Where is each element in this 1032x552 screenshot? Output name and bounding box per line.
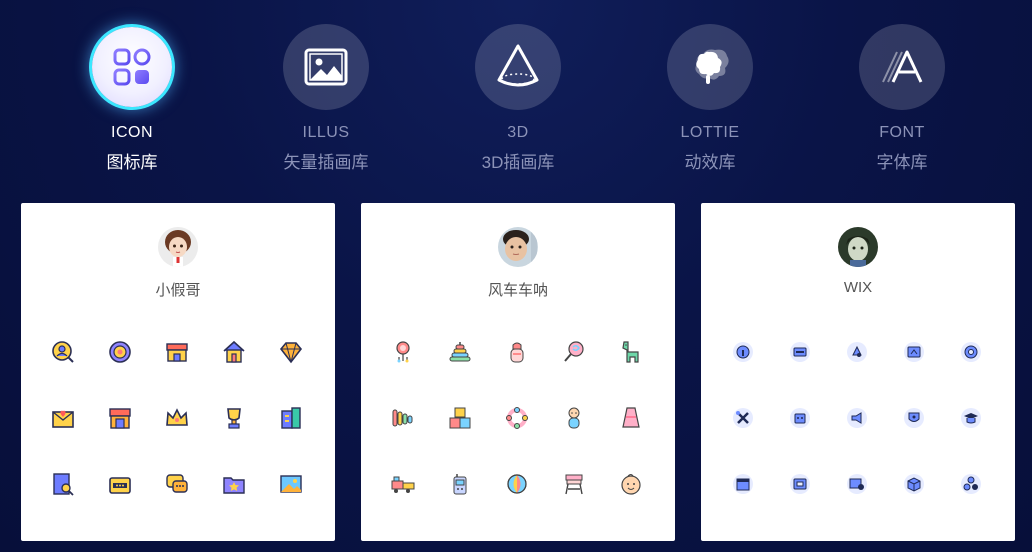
house-icon[interactable] <box>219 337 249 367</box>
high-chair-icon[interactable] <box>559 469 589 499</box>
designer-name[interactable]: 风车车呐 <box>361 279 675 300</box>
lollipop-icon[interactable] <box>559 337 589 367</box>
recycle-badge-icon[interactable] <box>842 337 872 367</box>
megaphone-badge-icon[interactable] <box>842 403 872 433</box>
tab-en-label: LOTTIE <box>680 124 740 141</box>
info-badge-icon[interactable] <box>728 337 758 367</box>
tab-zh-label: 3D插画库 <box>481 153 555 172</box>
baby-dress-icon[interactable] <box>616 403 646 433</box>
ticket-badge-icon[interactable] <box>785 337 815 367</box>
font-a-icon <box>882 50 923 83</box>
trophy-icon[interactable] <box>219 403 249 433</box>
tab-en-label: ILLUS <box>302 124 350 141</box>
toy-train-icon[interactable] <box>388 469 418 499</box>
cartoon-girl-avatar <box>158 227 198 267</box>
box-badge-icon[interactable] <box>899 469 929 499</box>
designer-card[interactable]: WIX <box>701 203 1015 541</box>
tab-illus-circle <box>283 24 369 110</box>
tools-badge-icon[interactable] <box>728 403 758 433</box>
window-badge-icon[interactable] <box>728 469 758 499</box>
tab-en-label: FONT <box>879 124 925 141</box>
shop-icon[interactable] <box>105 403 135 433</box>
tab-font[interactable]: FONT 字体库 <box>832 24 972 173</box>
tab-zh-label: 图标库 <box>106 153 158 172</box>
llama-icon[interactable] <box>616 337 646 367</box>
tab-zh-label: 字体库 <box>876 153 928 172</box>
crown-icon[interactable] <box>162 403 192 433</box>
tab-icon-circle <box>92 27 172 107</box>
chat-bubbles-icon[interactable] <box>162 469 192 499</box>
tab-lottie-circle <box>667 24 753 110</box>
shield-badge-icon[interactable] <box>899 403 929 433</box>
image-icon <box>304 48 348 86</box>
tab-en-label: ICON <box>111 124 153 141</box>
child-photo-avatar <box>498 227 538 267</box>
category-tabs: ICON 图标库 ILLUS 矢量插画库 3D 3D插画库 LOTTIE 动效库… <box>0 0 1032 200</box>
tab-3d[interactable]: 3D 3D插画库 <box>448 24 588 173</box>
love-letter-icon[interactable] <box>48 403 78 433</box>
document-search-icon[interactable] <box>48 469 78 499</box>
rattle-icon[interactable] <box>388 337 418 367</box>
folder-star-icon[interactable] <box>219 469 249 499</box>
card-badge-icon[interactable] <box>785 469 815 499</box>
building-icon[interactable] <box>276 403 306 433</box>
avatar[interactable] <box>498 227 538 267</box>
cone-icon <box>497 44 539 87</box>
tab-zh-label: 动效库 <box>684 153 736 172</box>
wallet-icon[interactable] <box>105 469 135 499</box>
toy-blocks-icon[interactable] <box>445 403 475 433</box>
avatar[interactable] <box>838 227 878 267</box>
storefront-icon[interactable] <box>162 337 192 367</box>
picture-icon[interactable] <box>276 469 306 499</box>
xylophone-icon[interactable] <box>388 403 418 433</box>
baby-bottle-icon[interactable] <box>502 337 532 367</box>
stacking-rings-icon[interactable] <box>445 337 475 367</box>
diamond-icon[interactable] <box>276 337 306 367</box>
scale-badge-icon[interactable] <box>899 337 929 367</box>
teether-ring-icon[interactable] <box>502 403 532 433</box>
tab-font-circle <box>859 24 945 110</box>
designer-card[interactable]: 小假哥 <box>21 203 335 541</box>
designer-card[interactable]: 风车车呐 <box>361 203 675 541</box>
ring-badge-icon[interactable] <box>956 337 986 367</box>
robot-badge-icon[interactable] <box>785 403 815 433</box>
tab-3d-circle <box>475 24 561 110</box>
tab-illus[interactable]: ILLUS 矢量插画库 <box>256 24 396 173</box>
beach-ball-icon[interactable] <box>502 469 532 499</box>
walkie-talkie-icon[interactable] <box>445 469 475 499</box>
baby-face-icon[interactable] <box>616 469 646 499</box>
cubes-badge-icon[interactable] <box>956 469 986 499</box>
designer-name[interactable]: 小假哥 <box>21 279 335 300</box>
device-badge-icon[interactable] <box>842 469 872 499</box>
tab-en-label: 3D <box>507 124 529 141</box>
grid-apps-icon <box>113 48 151 86</box>
target-badge-icon[interactable] <box>105 337 135 367</box>
tab-icon[interactable]: ICON 图标库 <box>62 24 202 173</box>
graduation-badge-icon[interactable] <box>956 403 986 433</box>
tab-zh-label: 矢量插画库 <box>283 153 369 172</box>
user-search-icon[interactable] <box>48 337 78 367</box>
tab-lottie[interactable]: LOTTIE 动效库 <box>640 24 780 173</box>
avatar[interactable] <box>158 227 198 267</box>
baby-icon[interactable] <box>559 403 589 433</box>
illustrated-avatar <box>838 227 878 267</box>
designer-name[interactable]: WIX <box>701 279 1015 296</box>
splash-icon <box>695 49 729 84</box>
